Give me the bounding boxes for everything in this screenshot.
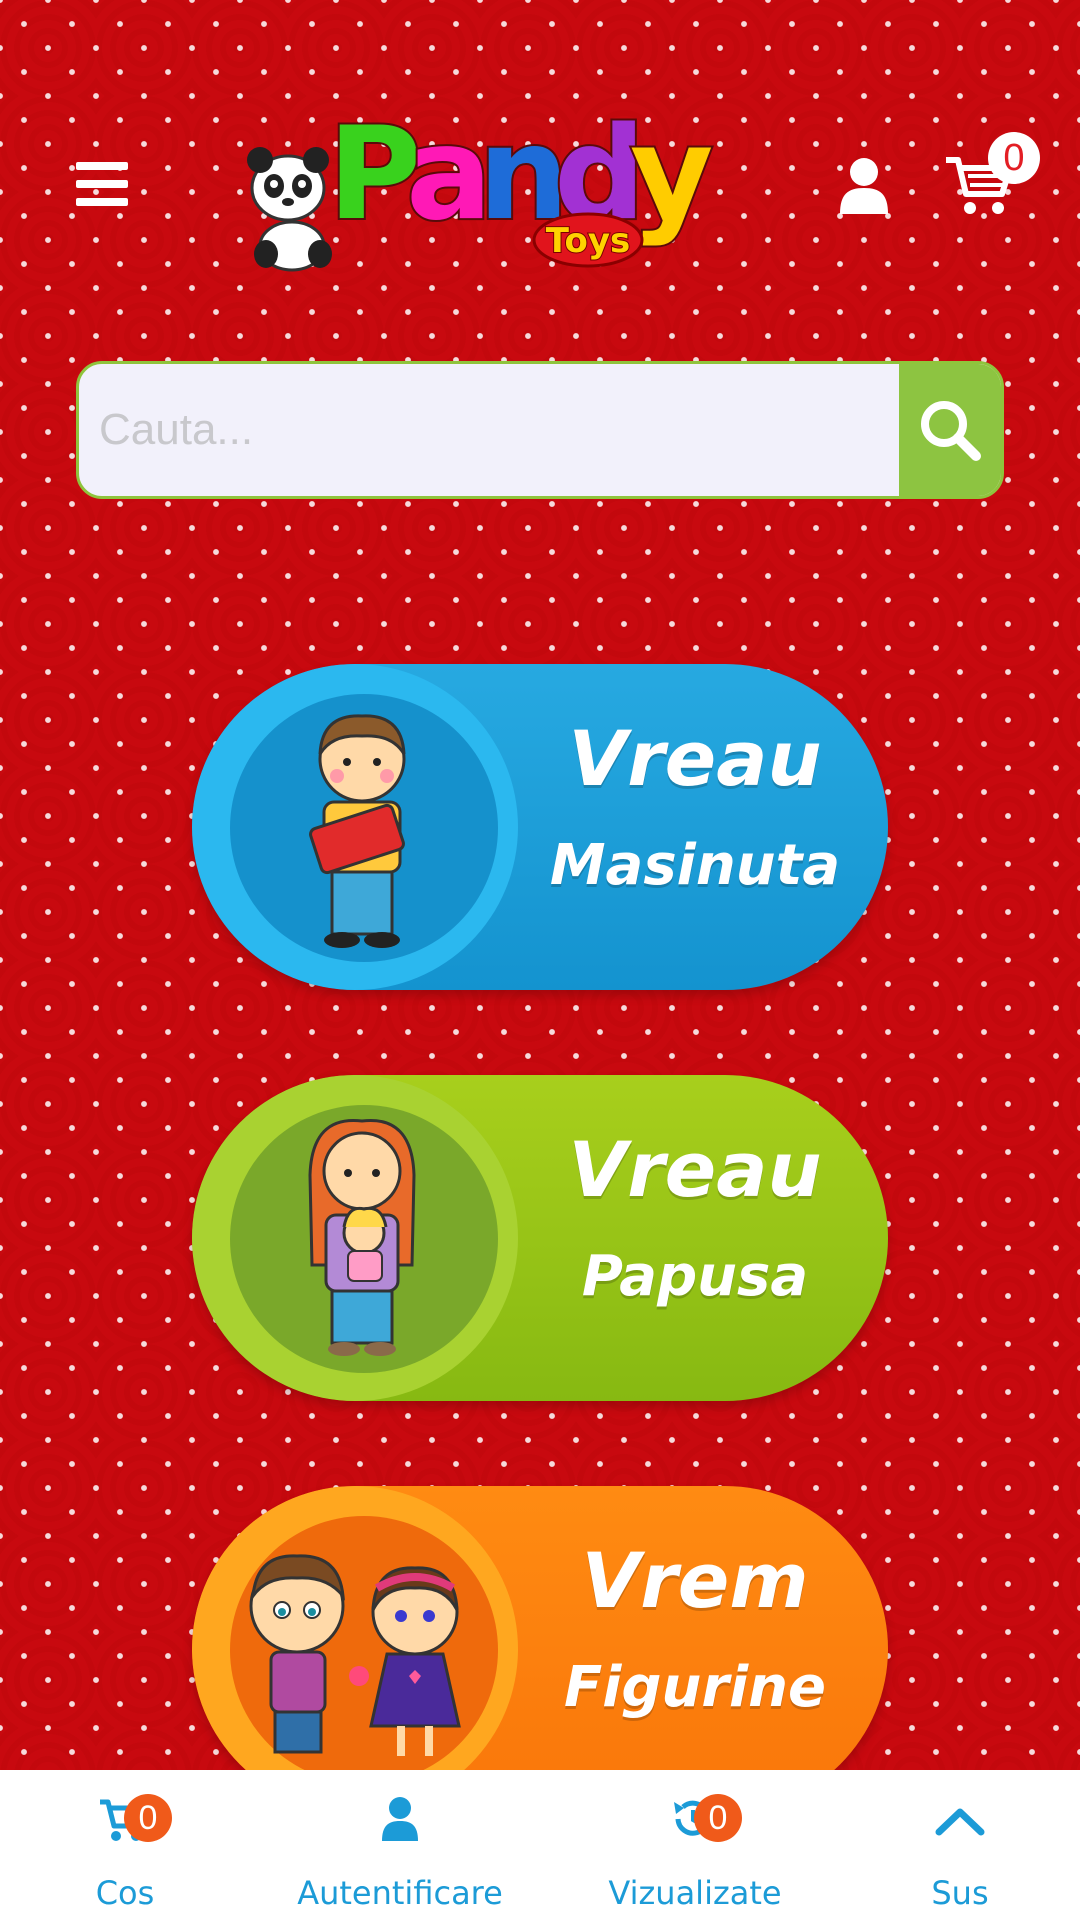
boy-with-car-illustration [309, 714, 406, 948]
user-icon [382, 1797, 418, 1841]
search-button[interactable] [899, 364, 1001, 496]
bottom-nav-cart[interactable]: 0 Cos [40, 1770, 210, 1920]
header: P a n d y Toys 0 [0, 0, 1080, 300]
user-icon[interactable] [838, 156, 890, 216]
svg-text:Toys: Toys [546, 221, 630, 261]
bottom-nav-viewed-label: Vizualizate [608, 1874, 782, 1912]
bottom-navigation: 0 Cos Autentificare 0 Vizualizate Sus [0, 1770, 1080, 1920]
category-label: Vreau Papusa [568, 1125, 822, 1309]
category-label: Vrem Figurine [563, 1536, 827, 1720]
search-bar [76, 361, 1004, 499]
category-masinuta-button[interactable]: Vreau Masinuta [192, 664, 888, 990]
category-label: Vreau Masinuta [549, 714, 841, 898]
bottom-nav-login-label: Autentificare [297, 1874, 503, 1912]
cart-count-badge: 0 [988, 132, 1040, 184]
bottom-nav-top-label: Sus [931, 1874, 989, 1912]
search-icon [921, 401, 981, 461]
panda-mascot [247, 147, 332, 272]
bottom-nav-cart-label: Cos [95, 1874, 155, 1912]
bottom-nav-top[interactable]: Sus [880, 1770, 1040, 1920]
bottom-nav-login[interactable]: Autentificare [290, 1770, 510, 1920]
viewed-count-badge: 0 [694, 1794, 742, 1842]
cart-count-badge: 0 [124, 1794, 172, 1842]
chevron-up-icon [935, 1808, 985, 1836]
bottom-nav-viewed[interactable]: 0 Vizualizate [590, 1770, 800, 1920]
search-input[interactable] [79, 364, 901, 496]
menu-icon[interactable] [76, 162, 128, 206]
svg-text:y: y [630, 100, 713, 249]
category-figurine-button[interactable]: Vrem Figurine [192, 1486, 888, 1812]
boy-and-girl-illustration [249, 1554, 461, 1756]
girl-with-doll-illustration [308, 1118, 416, 1356]
category-papusa-button[interactable]: Vreau Papusa [192, 1075, 888, 1401]
pandy-toys-logo[interactable]: P a n d y Toys [236, 78, 736, 278]
